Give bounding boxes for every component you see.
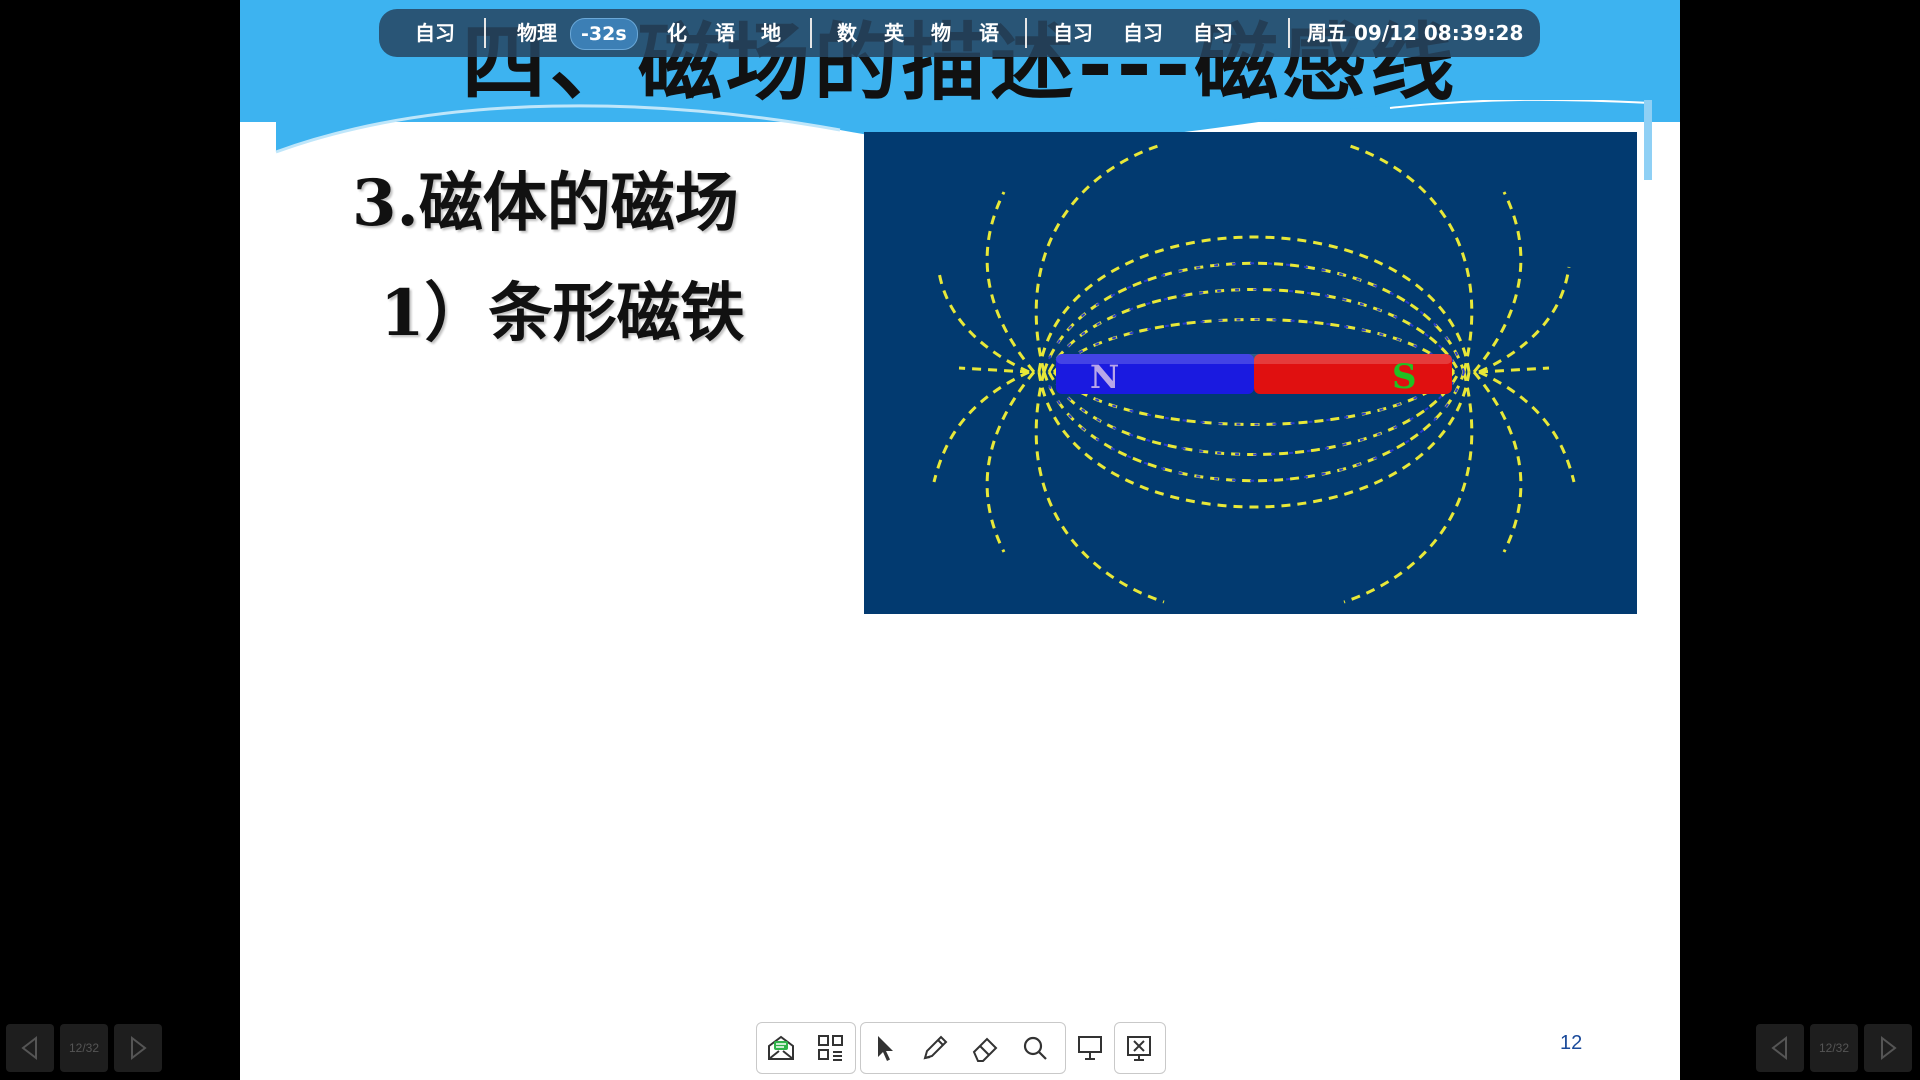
schedule-divider	[810, 18, 812, 48]
schedule-item: 自习	[1193, 21, 1233, 45]
schedule-item: 地	[761, 21, 781, 45]
toolbar-group-tools	[860, 1022, 1066, 1074]
countdown-badge: -32s	[570, 18, 638, 50]
schedule-item: 自习	[415, 21, 455, 45]
previous-page-icon[interactable]	[6, 1024, 54, 1072]
schedule-item: 物	[931, 21, 951, 45]
page-nav-right: 12/32	[1756, 1024, 1916, 1074]
slide-page-number: 12	[1560, 1032, 1583, 1054]
next-page-icon[interactable]	[1864, 1024, 1912, 1072]
apps-grid-icon[interactable]	[811, 1028, 851, 1068]
magnet-north-label: N	[1090, 358, 1119, 396]
class-schedule-bar: 自习 物理 -32s 化 语 地 数 英 物 语 自习 自习 自习 周五 09/…	[379, 9, 1540, 57]
page-indicator: 12/32	[1810, 1024, 1858, 1072]
previous-page-icon[interactable]	[1756, 1024, 1804, 1072]
presentation-slide: 四、磁场的描述---磁感线 3.磁体的磁场 1）条形磁铁 N S 12	[240, 0, 1680, 1080]
message-icon[interactable]	[761, 1028, 801, 1068]
page-nav-left: 12/32	[6, 1024, 166, 1074]
page-indicator: 12/32	[60, 1024, 108, 1072]
toolbar-group-whiteboard	[1066, 1022, 1116, 1072]
section-heading: 3.磁体的磁场	[352, 166, 739, 241]
eraser-icon[interactable]	[965, 1028, 1005, 1068]
magnet-south-label: S	[1392, 357, 1417, 397]
toolbar-group-left	[756, 1022, 856, 1074]
schedule-item: 英	[884, 21, 904, 45]
search-icon[interactable]	[1015, 1028, 1055, 1068]
date-time-display: 周五 09/12 08:39:28	[1307, 21, 1524, 45]
schedule-item-current: 物理	[517, 21, 557, 45]
toolbar-group-exit	[1114, 1022, 1166, 1074]
pen-icon[interactable]	[915, 1028, 955, 1068]
schedule-item: 语	[979, 21, 999, 45]
schedule-item: 自习	[1053, 21, 1093, 45]
schedule-divider	[1025, 18, 1027, 48]
next-page-icon[interactable]	[114, 1024, 162, 1072]
schedule-divider	[484, 18, 486, 48]
bar-magnet-field-figure: N S	[864, 132, 1637, 614]
schedule-item: 化	[667, 21, 687, 45]
schedule-divider	[1288, 18, 1290, 48]
schedule-item: 语	[715, 21, 735, 45]
exit-presentation-icon[interactable]	[1119, 1028, 1159, 1068]
schedule-item: 数	[837, 21, 857, 45]
schedule-item: 自习	[1123, 21, 1163, 45]
subsection-heading: 1）条形磁铁	[380, 276, 745, 351]
pointer-icon[interactable]	[865, 1028, 905, 1068]
whiteboard-icon[interactable]	[1070, 1027, 1110, 1067]
